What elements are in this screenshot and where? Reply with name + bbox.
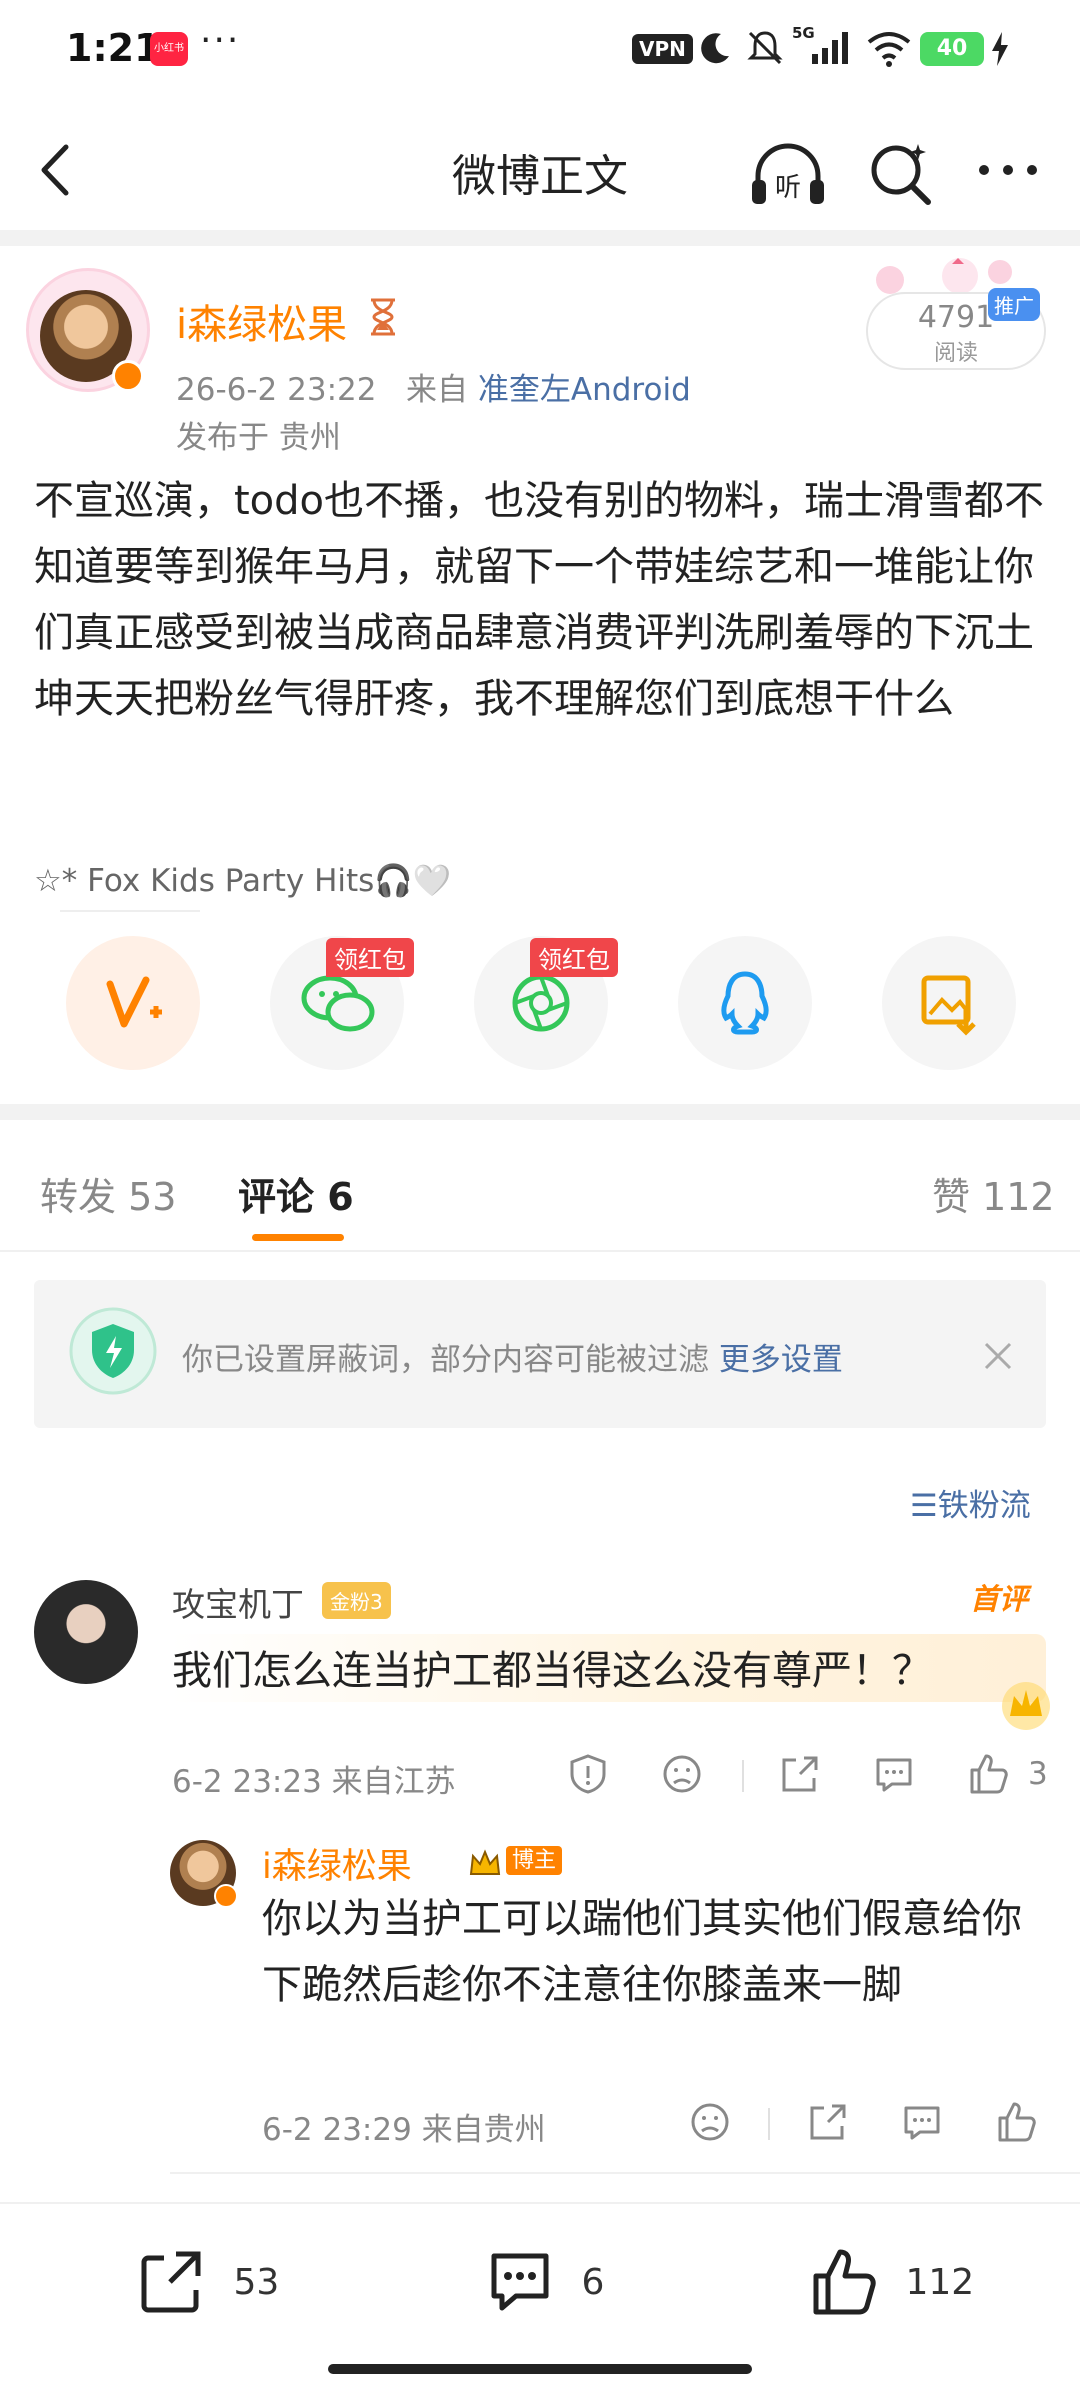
music-underline (60, 910, 200, 912)
red-packet-tag-moments[interactable]: 领红包 (530, 938, 618, 977)
post-source-link[interactable]: 准奎左Android (478, 372, 691, 408)
bottom-comment-button[interactable]: 6 (484, 2246, 604, 2318)
mute-bell-icon (745, 28, 785, 68)
blogger-label: 博主 (506, 1846, 563, 1875)
source-prefix: 来自 (406, 372, 469, 408)
search-icon[interactable] (866, 138, 936, 208)
fan-level-badge: 金粉3 (322, 1582, 391, 1619)
status-bar: 1:21 小红书 ··· VPN 5G 40 (0, 0, 1080, 100)
comment-icon (491, 2253, 549, 2311)
bottom-repost-button[interactable]: 53 (136, 2246, 279, 2318)
close-icon[interactable] (980, 1338, 1016, 1374)
signal-icon: 5G (792, 24, 854, 68)
vplus-icon (106, 976, 162, 1028)
reply-author-name[interactable]: i森绿松果 (262, 1838, 412, 1889)
repost-comment-icon[interactable] (778, 1752, 822, 1796)
like-icon[interactable] (966, 1752, 1010, 1796)
thumbs-up-icon (813, 2249, 876, 2315)
battery-icon: 40 (920, 32, 984, 66)
sort-icon: ☰ (910, 1488, 938, 1524)
reply-meta: 6-2 23:29 来自贵州 (262, 2112, 546, 2148)
post-time: 26-6-2 23:22 (176, 372, 377, 408)
active-tab-indicator (252, 1234, 344, 1241)
section-divider (0, 230, 1080, 246)
section-divider (0, 1104, 1080, 1120)
sort-label: 铁粉流 (937, 1488, 1031, 1524)
listen-label: 听 (775, 173, 801, 203)
verified-badge-icon (112, 360, 144, 392)
more-icon[interactable] (976, 160, 1040, 180)
xiaohongshu-app-icon: 小红书 (150, 32, 188, 66)
music-tag[interactable]: ☆* Fox Kids Party Hits🎧🤍 (34, 862, 452, 899)
notice-message: 你已设置屏蔽词，部分内容可能被过滤 (182, 1342, 709, 1378)
filter-notice-text: 你已设置屏蔽词，部分内容可能被过滤 更多设置 (182, 1334, 843, 1379)
promote-badge[interactable]: 推广 (988, 288, 1040, 321)
tab-comments[interactable]: 评论 6 (238, 1166, 354, 1221)
post-author-name[interactable]: i森绿松果 (176, 292, 347, 350)
comment-text: 我们怎么连当护工都当得这么没有尊严！？ (172, 1648, 932, 1694)
shield-icon (68, 1306, 158, 1396)
action-separator (768, 2108, 770, 2140)
listen-icon[interactable]: 听 (748, 140, 828, 210)
dislike-icon[interactable] (660, 1752, 704, 1796)
reply-text: 你以为当护工可以踹他们其实他们假意给你下跪然后趁你不注意往你膝盖来一脚 (262, 1896, 1022, 2008)
home-indicator[interactable] (328, 2364, 752, 2374)
hourglass-icon (368, 298, 398, 336)
reply-repost-icon[interactable] (806, 2100, 850, 2144)
reply-icon[interactable] (872, 1752, 916, 1796)
qq-icon (721, 971, 769, 1035)
wifi-icon (865, 30, 913, 68)
status-more-dots: ··· (200, 20, 241, 61)
signal-type-label: 5G (792, 24, 815, 42)
comment-like-count: 3 (1028, 1756, 1048, 1792)
moon-icon (695, 30, 733, 68)
comment-meta: 6-2 23:23 来自江苏 (172, 1764, 456, 1800)
reply-dislike-icon[interactable] (688, 2100, 732, 2144)
save-image-icon (921, 975, 976, 1036)
crown-icon (468, 1848, 502, 1878)
post-time-source: 26-6-2 23:22 来自 准奎左Android (176, 364, 691, 409)
reply-verified-badge-icon (214, 1884, 238, 1908)
tab-divider (0, 1250, 1080, 1252)
share-vplus-button[interactable] (66, 936, 200, 1070)
first-comment-tag: 首评 (970, 1582, 1029, 1616)
bottom-like-button[interactable]: 112 (808, 2246, 974, 2318)
author-avatar[interactable] (26, 268, 150, 398)
blogger-tag: 博主 (468, 1842, 563, 1878)
action-separator (742, 1760, 744, 1792)
share-save-image-button[interactable] (882, 936, 1016, 1070)
repost-icon (141, 2251, 201, 2313)
vpn-badge: VPN (632, 34, 693, 64)
charging-bolt-icon (990, 32, 1010, 66)
post-location: 发布于 贵州 (176, 420, 341, 456)
more-settings-link[interactable]: 更多设置 (719, 1342, 843, 1378)
share-qq-button[interactable] (678, 936, 812, 1070)
post-body: 不宣巡演，todo也不播，也没有别的物料，瑞士滑雪都不知道要等到猴年马月，就留下… (34, 478, 1045, 722)
bottom-like-count: 112 (905, 2261, 975, 2303)
tab-likes[interactable]: 赞 112 (932, 1166, 1055, 1221)
sort-selector[interactable]: ☰铁粉流 (910, 1480, 1031, 1525)
commenter-avatar[interactable] (34, 1580, 138, 1684)
crown-decoration-icon (994, 1672, 1058, 1736)
report-icon[interactable] (566, 1752, 610, 1796)
reply-like-icon[interactable] (994, 2100, 1038, 2144)
tab-repost[interactable]: 转发 53 (40, 1166, 176, 1221)
bottom-comment-count: 6 (581, 2261, 605, 2303)
reply-divider (170, 2172, 1080, 2174)
read-label: 阅读 (933, 341, 978, 366)
bottom-repost-count: 53 (233, 2261, 280, 2303)
status-time: 1:21 (66, 26, 161, 70)
reply-reply-icon[interactable] (900, 2100, 944, 2144)
red-packet-tag-wechat[interactable]: 领红包 (326, 938, 414, 977)
commenter-name[interactable]: 攻宝机丁 (172, 1578, 304, 1626)
